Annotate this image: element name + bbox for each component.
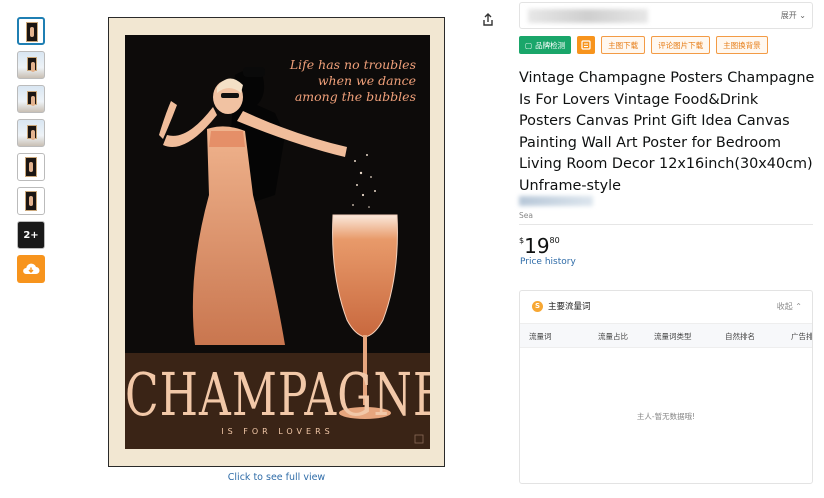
column-header[interactable]: 自然排名 xyxy=(725,331,755,342)
tagline-line: when we dance xyxy=(317,73,416,88)
main-product-image[interactable]: Life has no troubles when we dance among… xyxy=(108,17,445,467)
poster-subtitle: IS FOR LOVERS xyxy=(221,427,334,436)
thumbnail-image xyxy=(27,125,37,140)
empty-state-text: 主人-暂无数据哦! xyxy=(636,412,696,421)
thumbnail-strip: 2+ xyxy=(17,17,47,289)
thumbnail-6[interactable] xyxy=(17,187,45,215)
traffic-keywords-panel: S 主要流量词 收起 ⌃ 流量词 流量占比 流量词类型 自然排名 广告排名 主人… xyxy=(519,290,813,484)
thumbnail-2[interactable] xyxy=(17,51,45,79)
divider xyxy=(519,224,813,225)
calculator-icon[interactable] xyxy=(577,36,596,54)
tagline-line: Life has no troubles xyxy=(289,57,416,72)
collapse-label: 收起 xyxy=(776,302,793,311)
price-currency: $ xyxy=(519,236,525,245)
brand-check-label: 品牌检测 xyxy=(535,40,566,50)
product-title: Vintage Champagne Posters Champagne Is F… xyxy=(519,70,815,194)
thumbnail-image xyxy=(27,91,37,106)
more-images-thumbnail[interactable]: 2+ xyxy=(17,221,45,249)
plugin-toolbar: ▢ 品牌检测 主图下载 评论图片下载 主图换背景 xyxy=(519,36,768,56)
column-header[interactable]: 广告排名 xyxy=(791,331,812,342)
thumbnail-image xyxy=(25,191,37,211)
thumbnail-image xyxy=(25,157,37,177)
panel-header: S 主要流量词 xyxy=(532,300,591,312)
panel-title: 主要流量词 xyxy=(548,302,591,312)
share-icon[interactable] xyxy=(480,12,496,28)
thumbnail-5[interactable] xyxy=(17,153,45,181)
price-fraction: 80 xyxy=(549,236,560,245)
blurred-header-text xyxy=(528,9,648,23)
price: $1980 xyxy=(519,234,560,258)
swap-background-button[interactable]: 主图换背景 xyxy=(716,36,768,54)
thumbnail-image xyxy=(27,57,37,72)
download-main-image-button[interactable]: 主图下载 xyxy=(601,36,646,54)
table-header: 流量词 流量占比 流量词类型 自然排名 广告排名 xyxy=(520,323,812,348)
thumbnail-3[interactable] xyxy=(17,85,45,113)
tagline-line: among the bubbles xyxy=(294,89,416,104)
thumbnail-1[interactable] xyxy=(17,17,45,45)
chevron-up-icon: ⌃ xyxy=(795,302,802,311)
shield-icon: ▢ xyxy=(525,40,533,50)
poster-artwork: Life has no troubles when we dance among… xyxy=(125,35,430,449)
column-header[interactable]: 流量词 xyxy=(529,331,552,342)
plugin-header-bar: 展开 ⌄ xyxy=(519,2,813,29)
chevron-down-icon: ⌄ xyxy=(799,11,806,20)
download-cloud-icon[interactable] xyxy=(17,255,45,283)
poster-tagline: Life has no troubles when we dance among… xyxy=(276,57,416,105)
thumbnail-4[interactable] xyxy=(17,119,45,147)
column-header[interactable]: 流量词类型 xyxy=(654,331,692,342)
download-review-images-button[interactable]: 评论图片下载 xyxy=(651,36,711,54)
keyword-icon: S xyxy=(532,300,543,312)
expand-button[interactable]: 展开 ⌄ xyxy=(781,10,806,21)
collapse-button[interactable]: 收起 ⌃ xyxy=(777,301,802,312)
price-history-link[interactable]: Price history xyxy=(520,257,576,267)
brand-check-button[interactable]: ▢ 品牌检测 xyxy=(519,36,572,54)
column-header[interactable]: 流量占比 xyxy=(598,331,628,342)
store-link[interactable]: Sea xyxy=(519,211,533,220)
expand-label: 展开 xyxy=(780,11,797,20)
price-whole: 19 xyxy=(524,234,550,258)
blurred-brand-link[interactable] xyxy=(519,196,593,206)
full-view-link[interactable]: Click to see full view xyxy=(108,472,445,483)
poster-title: CHAMPAGNE xyxy=(125,361,430,430)
thumbnail-image xyxy=(26,22,38,42)
